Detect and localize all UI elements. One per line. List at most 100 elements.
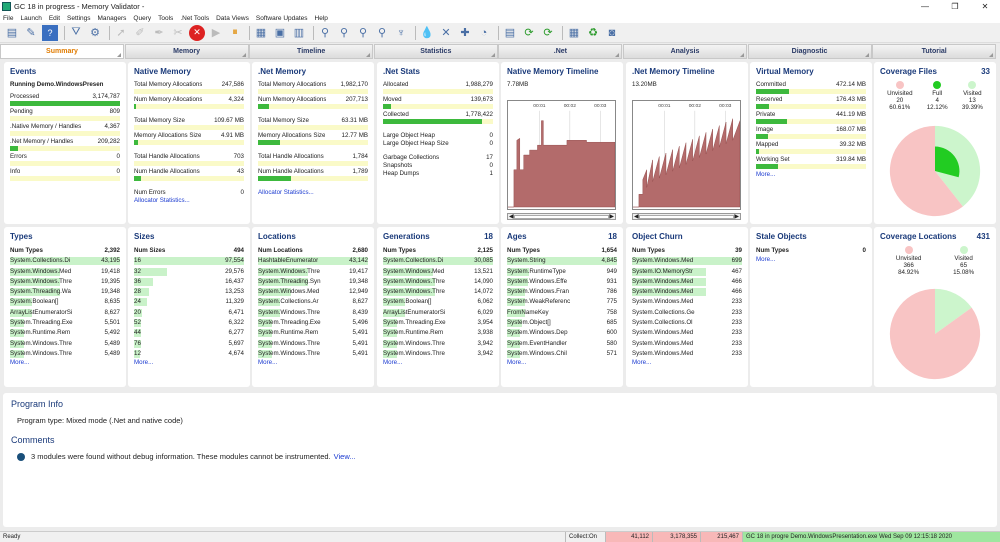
more-link[interactable]: More... [383, 359, 493, 366]
list-item[interactable]: 24 11,329 [134, 297, 244, 307]
list-item[interactable]: ArrayListEnumeratorSi 8,627 [10, 308, 120, 318]
net-timeline-graph[interactable]: 00:01 00:02 00:03 [632, 100, 741, 210]
list-item[interactable]: System.Windows.Thre 5,491 [258, 349, 368, 359]
native-timeline-graph[interactable]: 00:01 00:02 00:03 [507, 100, 616, 210]
pie-icon[interactable]: ◔ [476, 25, 492, 41]
refresh-all-icon[interactable]: ⟳ [540, 25, 556, 41]
scroll-thumb[interactable] [639, 215, 734, 219]
tab-diagnostic[interactable]: Diagnostic [747, 44, 872, 59]
stale-more-link[interactable]: More... [756, 256, 866, 263]
list-item[interactable]: System.Windows.Thre 3,942 [383, 349, 493, 359]
menu-query[interactable]: Query [133, 15, 151, 22]
menu-data-views[interactable]: Data Views [216, 15, 249, 22]
tab-memory[interactable]: Memory [124, 44, 249, 59]
search-icon[interactable]: ⚲ [317, 25, 333, 41]
list-item[interactable]: System.Windows.Med 466 [632, 287, 742, 297]
list-item[interactable]: System.Boolean[] 8,635 [10, 297, 120, 307]
list-item[interactable]: 76 5,697 [134, 339, 244, 349]
list-item[interactable]: System.Threading.Syn 19,348 [258, 277, 368, 287]
list-item[interactable]: System.Windows.Dep 600 [507, 328, 617, 338]
list-item[interactable]: System.Windows.Med 233 [632, 349, 742, 359]
list-item[interactable]: System.Collections.Di 30,085 [383, 256, 493, 266]
inject-icon[interactable]: ✐ [132, 25, 148, 41]
list-item[interactable]: System.Windows.Med 12,949 [258, 287, 368, 297]
more-link[interactable]: More... [10, 359, 120, 366]
list-item[interactable]: System.Boolean[] 6,062 [383, 297, 493, 307]
zoom-icon[interactable]: ⚲ [355, 25, 371, 41]
leak-icon[interactable]: 💧 [419, 25, 435, 41]
menu-software-updates[interactable]: Software Updates [256, 15, 308, 22]
list-item[interactable]: System.Windows.Med 233 [632, 297, 742, 307]
list-item[interactable]: System.Threading.Exe 5,496 [258, 318, 368, 328]
list-item[interactable]: 44 6,277 [134, 328, 244, 338]
edit-icon[interactable]: ✎ [23, 25, 39, 41]
list-item[interactable]: System.Windows.Thre 19,417 [258, 267, 368, 277]
list-item[interactable]: System.Windows.Med 233 [632, 339, 742, 349]
menu-net-tools[interactable]: .Net Tools [180, 15, 209, 22]
coverage-files-pie[interactable] [888, 124, 982, 218]
menu-edit[interactable]: Edit [49, 15, 60, 22]
list-item[interactable]: System.Object[] 685 [507, 318, 617, 328]
list-item[interactable]: System.String 4,845 [507, 256, 617, 266]
list-item[interactable]: System.Collections.Ol 233 [632, 318, 742, 328]
list-item[interactable]: System.Threading.Exe 3,954 [383, 318, 493, 328]
list-item[interactable]: System.Collections.Ge 233 [632, 308, 742, 318]
menu-help[interactable]: Help [315, 15, 328, 22]
save-icon[interactable]: ▤ [4, 25, 20, 41]
hierarchy-icon[interactable]: ♆ [393, 25, 409, 41]
menu-launch[interactable]: Launch [20, 15, 41, 22]
wait-icon[interactable]: ✂ [170, 25, 186, 41]
list-item[interactable]: System.EventHandler 580 [507, 339, 617, 349]
menu-managers[interactable]: Managers [98, 15, 127, 22]
filter-icon[interactable]: ⛛ [68, 25, 84, 41]
list-item[interactable]: System.Windows.Thre 19,395 [10, 277, 120, 287]
list-item[interactable]: System.Threading.Exe 5,501 [10, 318, 120, 328]
play-icon[interactable]: ▶ [208, 25, 224, 41]
list-item[interactable]: System.Windows.Med 19,418 [10, 267, 120, 277]
list-item[interactable]: System.Windows.Effe 931 [507, 277, 617, 287]
list-item[interactable]: System.Windows.Med 13,521 [383, 267, 493, 277]
list-item[interactable]: System.Collections.Di 43,195 [10, 256, 120, 266]
list-item[interactable]: 20 6,471 [134, 308, 244, 318]
chart-icon[interactable]: ▦ [253, 25, 269, 41]
native-allocator-statistics-link[interactable]: Allocator Statistics... [134, 197, 244, 204]
more-link[interactable]: More... [632, 359, 742, 366]
camera-icon[interactable]: ◙ [604, 25, 620, 41]
tab-net[interactable]: .Net [498, 44, 623, 59]
search-address-icon[interactable]: ⚲ [336, 25, 352, 41]
list-item[interactable]: System.Windows.Med 233 [632, 328, 742, 338]
list-item[interactable]: System.Windows.Thre 3,942 [383, 339, 493, 349]
net-allocator-statistics-link[interactable]: Allocator Statistics... [258, 189, 368, 196]
list-item[interactable]: 12 4,674 [134, 349, 244, 359]
list-item[interactable]: System.Collections.Ar 8,627 [258, 297, 368, 307]
list-item[interactable]: System.Runtime.Rem 5,492 [10, 328, 120, 338]
more-link[interactable]: More... [134, 359, 244, 366]
list-item[interactable]: System.WeakReferenc 775 [507, 297, 617, 307]
net-timeline-scrollbar[interactable]: ◀ ▶ [632, 213, 741, 220]
tab-summary[interactable]: Summary [0, 44, 124, 59]
pause-icon[interactable]: ⏸ [227, 25, 243, 41]
list-item[interactable]: System.RuntimeType 949 [507, 267, 617, 277]
list-item[interactable]: System.Windows.Thre 5,489 [10, 349, 120, 359]
menu-tools[interactable]: Tools [158, 15, 173, 22]
list-item[interactable]: 36 16,437 [134, 277, 244, 287]
tab-tutorial[interactable]: Tutorial [872, 44, 997, 59]
xcd-icon[interactable]: ✕ [438, 25, 454, 41]
list-item[interactable]: System.Windows.Med 699 [632, 256, 742, 266]
tab-statistics[interactable]: Statistics [373, 44, 498, 59]
view-link[interactable]: View... [334, 452, 356, 461]
more-link[interactable]: More... [507, 359, 617, 366]
launch-icon[interactable]: ➚ [113, 25, 129, 41]
coverage-locations-pie[interactable] [888, 287, 982, 381]
list-item[interactable]: 52 6,322 [134, 318, 244, 328]
stop-icon[interactable]: ✕ [189, 24, 205, 41]
list-item[interactable]: System.Windows.Thre 5,491 [258, 339, 368, 349]
list-item[interactable]: FromNameKey 758 [507, 308, 617, 318]
list-item[interactable]: System.Threading.Wa 19,348 [10, 287, 120, 297]
refresh-icon[interactable]: ⟳ [521, 25, 537, 41]
close-button[interactable]: ✕ [970, 0, 1000, 13]
attach-icon[interactable]: ✒ [151, 25, 167, 41]
data-icon[interactable]: ▥ [291, 25, 307, 41]
settings-gear-icon[interactable]: ⚙ [87, 25, 103, 41]
scroll-right-icon[interactable]: ▶ [734, 213, 739, 220]
